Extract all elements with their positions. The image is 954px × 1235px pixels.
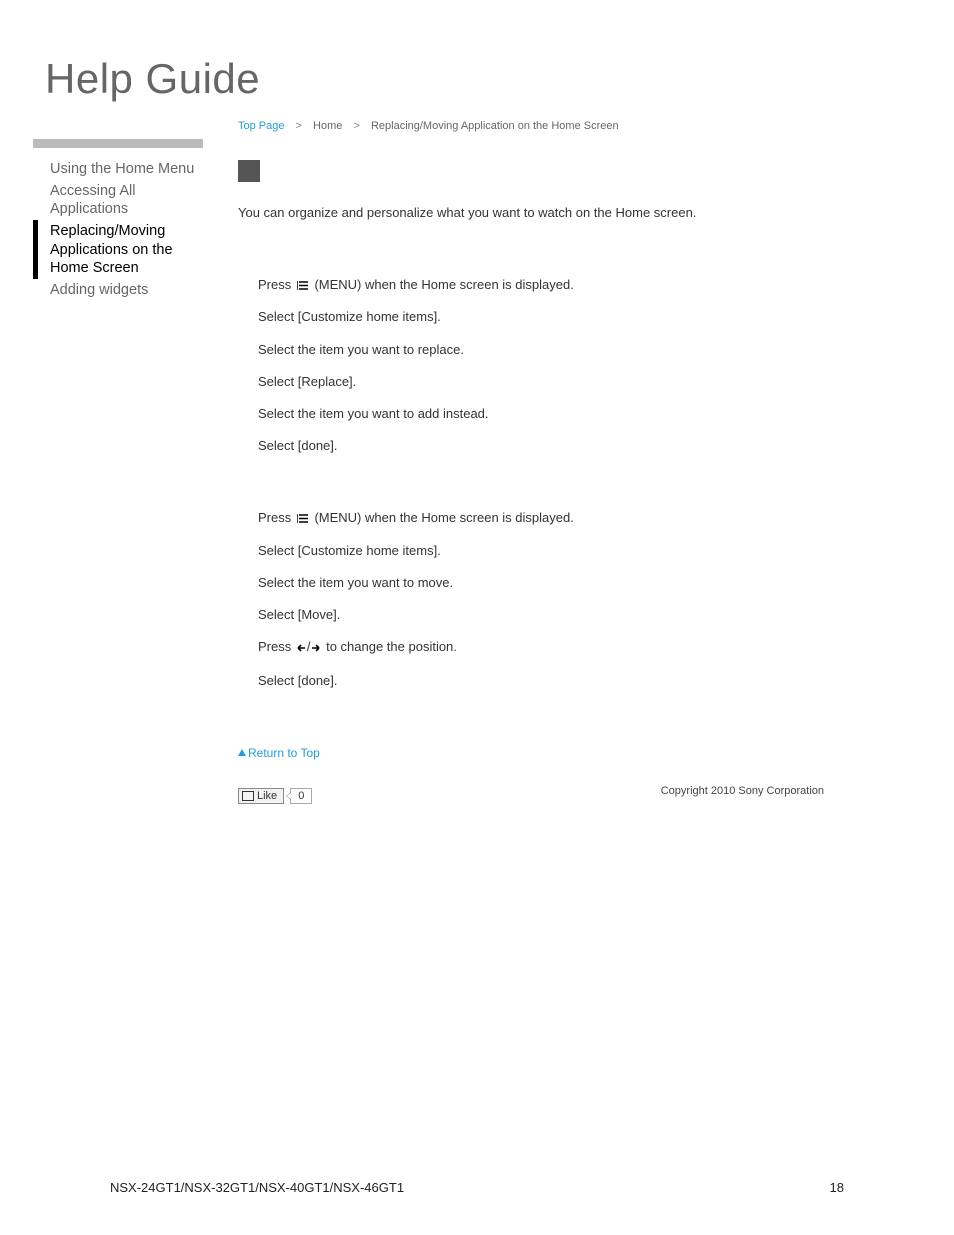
page-title: Help Guide: [45, 55, 260, 103]
thumb-icon: [242, 791, 254, 801]
copyright-text: Copyright 2010 Sony Corporation: [661, 785, 824, 797]
breadcrumb-top-page[interactable]: Top Page: [238, 120, 284, 132]
section-marker-icon: [238, 160, 260, 182]
step-text: Select [done].: [258, 672, 858, 690]
menu-icon: [297, 280, 309, 291]
sidebar-item-accessing-all-apps[interactable]: Accessing All Applications: [33, 180, 203, 220]
step-text: Select [Customize home items].: [258, 308, 858, 326]
like-count: 0: [290, 788, 312, 804]
step-text: Press / to change the position.: [258, 638, 858, 658]
sidebar-item-adding-widgets[interactable]: Adding widgets: [33, 279, 203, 301]
step-text: Select [Customize home items].: [258, 542, 858, 560]
step-text: Select the item you want to replace.: [258, 341, 858, 359]
like-button[interactable]: Like: [238, 788, 284, 804]
triangle-up-icon: [238, 749, 246, 756]
step-text: Select [Replace].: [258, 373, 858, 391]
arrow-left-icon: [296, 640, 306, 658]
sidebar-divider: [33, 139, 203, 148]
steps-replace: Press (MENU) when the Home screen is dis…: [238, 276, 858, 455]
breadcrumb-home: Home: [313, 120, 342, 132]
breadcrumb-sep: >: [353, 120, 359, 132]
step-text: Select [Move].: [258, 606, 858, 624]
sidebar-item-replacing-moving[interactable]: Replacing/Moving Applications on the Hom…: [33, 220, 203, 278]
step-text: Select the item you want to add instead.: [258, 405, 858, 423]
menu-icon: [297, 513, 309, 524]
arrow-right-icon: [311, 640, 321, 658]
breadcrumb-sep: >: [296, 120, 302, 132]
breadcrumb-current: Replacing/Moving Application on the Home…: [371, 120, 619, 132]
step-text: Select the item you want to move.: [258, 574, 858, 592]
breadcrumb: Top Page > Home > Replacing/Moving Appli…: [238, 120, 858, 132]
step-text: Press (MENU) when the Home screen is dis…: [258, 509, 858, 527]
steps-move: Press (MENU) when the Home screen is dis…: [238, 509, 858, 690]
sidebar-item-using-home-menu[interactable]: Using the Home Menu: [33, 158, 203, 180]
sidebar: Using the Home Menu Accessing All Applic…: [33, 139, 203, 301]
footer-page-number: 18: [830, 1180, 844, 1195]
intro-text: You can organize and personalize what yo…: [238, 204, 858, 222]
footer-models: NSX-24GT1/NSX-32GT1/NSX-40GT1/NSX-46GT1: [110, 1180, 404, 1195]
return-label: Return to Top: [248, 746, 320, 760]
like-label: Like: [257, 790, 277, 802]
return-to-top-link[interactable]: Return to Top: [238, 746, 320, 760]
step-text: Press (MENU) when the Home screen is dis…: [258, 276, 858, 294]
step-text: Select [done].: [258, 437, 858, 455]
main-content: Top Page > Home > Replacing/Moving Appli…: [238, 120, 858, 804]
